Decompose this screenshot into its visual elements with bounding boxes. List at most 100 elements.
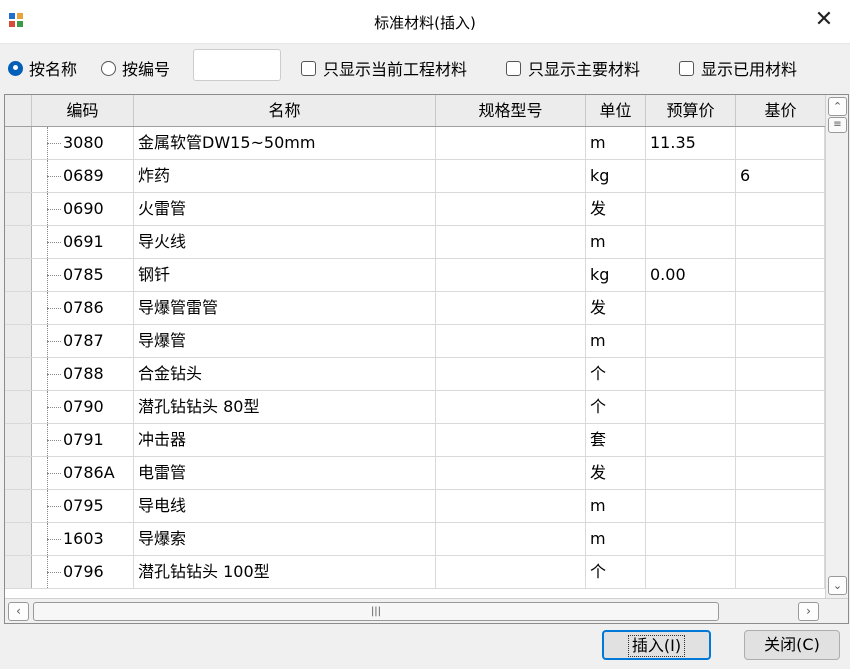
cell-name[interactable]: 导爆管 (134, 325, 436, 357)
table-row[interactable]: 0788 合金钻头 个 (5, 358, 825, 391)
cell-spec[interactable] (436, 226, 586, 258)
row-header[interactable] (5, 358, 32, 390)
cell-code[interactable]: 0689 (61, 160, 134, 192)
table-row[interactable]: 0785 钢钎 kg 0.00 (5, 259, 825, 292)
checkbox-show-used[interactable]: 显示已用材料 (679, 56, 797, 80)
table-row[interactable]: 0795 导电线 m (5, 490, 825, 523)
cell-code[interactable]: 0785 (61, 259, 134, 291)
table-row[interactable]: 0690 火雷管 发 (5, 193, 825, 226)
cell-budget-price[interactable]: 11.35 (646, 127, 736, 159)
cell-unit[interactable]: kg (586, 160, 646, 192)
cell-base-price[interactable] (736, 490, 825, 522)
cell-budget-price[interactable] (646, 193, 736, 225)
cell-unit[interactable]: 发 (586, 457, 646, 489)
cell-base-price[interactable] (736, 292, 825, 324)
radio-by-name[interactable]: 按名称 (8, 56, 77, 80)
cell-code[interactable]: 0796 (61, 556, 134, 588)
cell-spec[interactable] (436, 292, 586, 324)
row-header[interactable] (5, 556, 32, 588)
cell-unit[interactable]: m (586, 490, 646, 522)
cell-unit[interactable]: 个 (586, 391, 646, 423)
cell-budget-price[interactable] (646, 424, 736, 456)
cell-code[interactable]: 0788 (61, 358, 134, 390)
cell-name[interactable]: 潜孔钻钻头 80型 (134, 391, 436, 423)
cell-code[interactable]: 0786 (61, 292, 134, 324)
cell-unit[interactable]: 个 (586, 556, 646, 588)
row-header[interactable] (5, 325, 32, 357)
scroll-right-icon[interactable]: › (798, 602, 819, 621)
cell-spec[interactable] (436, 457, 586, 489)
cell-budget-price[interactable] (646, 490, 736, 522)
row-header[interactable] (5, 226, 32, 258)
cell-code[interactable]: 0786A (61, 457, 134, 489)
cell-name[interactable]: 导电线 (134, 490, 436, 522)
vertical-scrollbar[interactable]: ⌃ ≡ ⌄ (825, 95, 848, 598)
cell-code[interactable]: 0690 (61, 193, 134, 225)
scroll-down-icon[interactable]: ⌄ (828, 576, 847, 595)
cell-name[interactable]: 炸药 (134, 160, 436, 192)
cell-code[interactable]: 0791 (61, 424, 134, 456)
table-row[interactable]: 0796 潜孔钻钻头 100型 个 (5, 556, 825, 589)
cell-spec[interactable] (436, 424, 586, 456)
cell-code[interactable]: 0691 (61, 226, 134, 258)
checkbox-only-project[interactable]: 只显示当前工程材料 (301, 56, 467, 80)
row-header[interactable] (5, 193, 32, 225)
cell-base-price[interactable]: 6 (736, 160, 825, 192)
cell-spec[interactable] (436, 391, 586, 423)
cell-base-price[interactable] (736, 424, 825, 456)
cell-spec[interactable] (436, 160, 586, 192)
checkbox-only-main[interactable]: 只显示主要材料 (506, 56, 640, 80)
table-row[interactable]: 3080 金属软管DW15~50mm m 11.35 (5, 127, 825, 160)
radio-by-code[interactable]: 按编号 (101, 56, 170, 80)
cell-base-price[interactable] (736, 556, 825, 588)
cell-budget-price[interactable] (646, 292, 736, 324)
cell-name[interactable]: 合金钻头 (134, 358, 436, 390)
cell-name[interactable]: 导火线 (134, 226, 436, 258)
cell-base-price[interactable] (736, 127, 825, 159)
column-header-spec[interactable]: 规格型号 (436, 95, 586, 126)
insert-button[interactable]: 插入(I) (602, 630, 711, 660)
cell-unit[interactable]: 发 (586, 292, 646, 324)
table-row[interactable]: 0791 冲击器 套 (5, 424, 825, 457)
cell-budget-price[interactable] (646, 325, 736, 357)
cell-unit[interactable]: kg (586, 259, 646, 291)
column-header-code[interactable]: 编码 (32, 95, 134, 126)
cell-unit[interactable]: 发 (586, 193, 646, 225)
cell-name[interactable]: 潜孔钻钻头 100型 (134, 556, 436, 588)
horizontal-scrollbar[interactable]: ‹ ||| › (5, 598, 848, 623)
cell-spec[interactable] (436, 523, 586, 555)
scroll-left-icon[interactable]: ‹ (8, 602, 29, 621)
row-header[interactable] (5, 490, 32, 522)
cell-budget-price[interactable] (646, 226, 736, 258)
row-header[interactable] (5, 292, 32, 324)
column-header-name[interactable]: 名称 (134, 95, 436, 126)
cell-unit[interactable]: m (586, 523, 646, 555)
row-header[interactable] (5, 160, 32, 192)
cell-unit[interactable]: m (586, 127, 646, 159)
row-header[interactable] (5, 127, 32, 159)
cell-base-price[interactable] (736, 226, 825, 258)
cell-code[interactable]: 3080 (61, 127, 134, 159)
cell-budget-price[interactable] (646, 160, 736, 192)
cell-code[interactable]: 0795 (61, 490, 134, 522)
table-row[interactable]: 0689 炸药 kg 6 (5, 160, 825, 193)
table-row[interactable]: 0787 导爆管 m (5, 325, 825, 358)
table-row[interactable]: 0691 导火线 m (5, 226, 825, 259)
horizontal-scroll-thumb[interactable]: ||| (33, 602, 719, 621)
close-button[interactable]: 关闭(C) (744, 630, 840, 660)
row-header[interactable] (5, 523, 32, 555)
cell-name[interactable]: 火雷管 (134, 193, 436, 225)
cell-name[interactable]: 电雷管 (134, 457, 436, 489)
cell-name[interactable]: 钢钎 (134, 259, 436, 291)
table-row[interactable]: 0790 潜孔钻钻头 80型 个 (5, 391, 825, 424)
cell-base-price[interactable] (736, 391, 825, 423)
row-header[interactable] (5, 424, 32, 456)
table-row[interactable]: 0786 导爆管雷管 发 (5, 292, 825, 325)
column-header-unit[interactable]: 单位 (586, 95, 646, 126)
cell-code[interactable]: 1603 (61, 523, 134, 555)
cell-unit[interactable]: m (586, 226, 646, 258)
cell-budget-price[interactable] (646, 556, 736, 588)
close-icon[interactable]: ✕ (812, 8, 836, 32)
cell-base-price[interactable] (736, 523, 825, 555)
cell-budget-price[interactable] (646, 457, 736, 489)
